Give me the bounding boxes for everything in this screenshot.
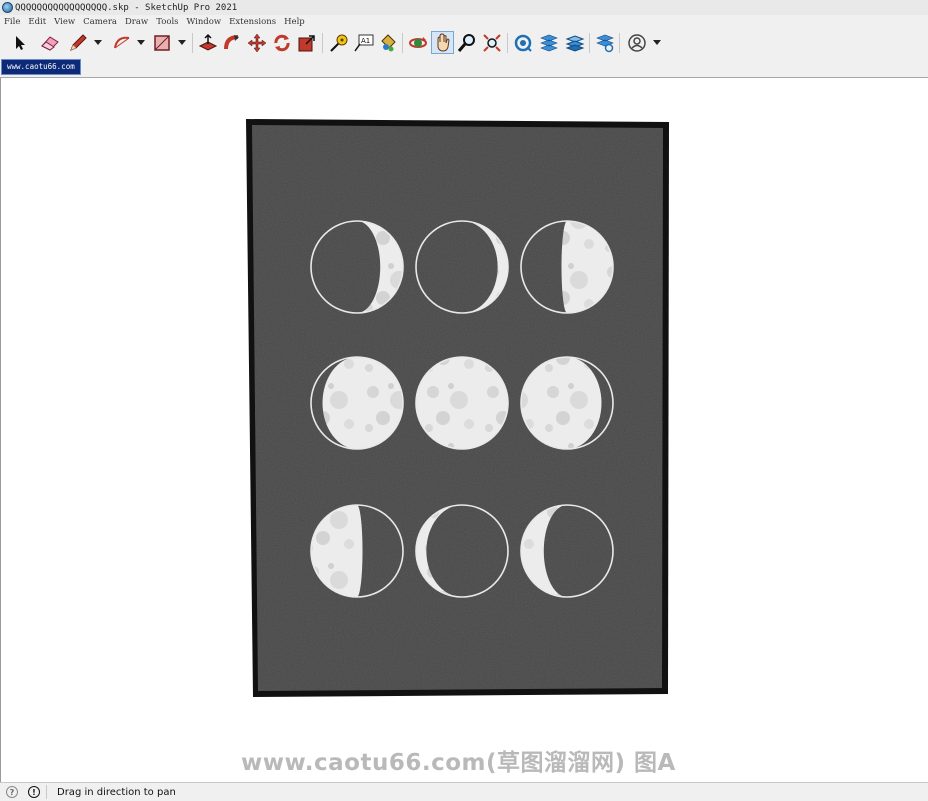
- arc-icon: [113, 36, 129, 48]
- drawing-viewport[interactable]: www.caotu66.com(草图溜溜网) 图A: [0, 78, 928, 782]
- rectangle-icon: [153, 34, 170, 51]
- svg-text:A1: A1: [361, 37, 370, 45]
- menu-tools[interactable]: Tools: [152, 17, 182, 27]
- sketchup-app-icon: [2, 2, 13, 13]
- account-button[interactable]: [625, 31, 648, 54]
- toolbar-separator: [589, 33, 590, 53]
- pan-tool-button[interactable]: [431, 31, 454, 54]
- eraser-tool-button[interactable]: [38, 31, 61, 54]
- scale-icon: [298, 34, 315, 51]
- rectangle-tool-button[interactable]: [150, 31, 173, 54]
- layout-icon: [565, 34, 584, 52]
- geo-location-icon[interactable]: ?: [6, 786, 18, 798]
- menu-bar: File Edit View Camera Draw Tools Window …: [0, 15, 928, 28]
- credits-info-icon[interactable]: !: [28, 786, 40, 798]
- extension-warehouse-icon: [539, 34, 558, 51]
- title-bar: QQQQQQQQQQQQQQQQQ.skp - SketchUp Pro 202…: [0, 0, 928, 16]
- text-icon: A1: [353, 34, 373, 51]
- zoom-icon: [457, 33, 475, 52]
- extension-manager-icon: [595, 34, 614, 52]
- pan-hand-icon: [437, 32, 450, 52]
- toolbar-separator: [402, 33, 403, 53]
- zoom-extents-icon: [482, 33, 501, 52]
- zoom-extents-tool-button[interactable]: [480, 31, 503, 54]
- rotate-tool-button[interactable]: [270, 31, 293, 54]
- moon-waxing-gibbous: [310, 356, 404, 450]
- paint-bucket-icon: [380, 33, 396, 51]
- scale-tool-button[interactable]: [295, 31, 318, 54]
- arc-tool-dropdown[interactable]: [137, 40, 145, 45]
- move-icon: [247, 33, 266, 52]
- toolbar-separator: [619, 33, 620, 53]
- 3d-warehouse-icon: [514, 34, 532, 52]
- moon-waning-gibbous: [520, 356, 614, 450]
- select-arrow-icon: [15, 35, 25, 50]
- toolbar-separator: [507, 33, 508, 53]
- moon-full-moon: [415, 356, 509, 450]
- menu-draw[interactable]: Draw: [121, 17, 152, 27]
- status-bar: ? ! Drag in direction to pan: [0, 782, 928, 801]
- window-title: QQQQQQQQQQQQQQQQQ.skp - SketchUp Pro 202…: [15, 2, 238, 13]
- line-tool-dropdown[interactable]: [94, 40, 102, 45]
- orbit-icon: [408, 36, 427, 48]
- scene-tab-bar: www.caotu66.com: [0, 58, 928, 78]
- menu-help[interactable]: Help: [280, 17, 309, 27]
- extension-warehouse-button[interactable]: [537, 31, 560, 54]
- tape-measure-tool-button[interactable]: [327, 31, 350, 54]
- menu-view[interactable]: View: [50, 17, 79, 27]
- eraser-icon: [40, 35, 59, 51]
- toolbar-separator: [322, 33, 323, 53]
- rectangle-tool-dropdown[interactable]: [178, 40, 186, 45]
- account-icon: [627, 33, 646, 52]
- select-tool-button[interactable]: [8, 31, 31, 54]
- orbit-tool-button[interactable]: [406, 31, 429, 54]
- push-pull-tool-button[interactable]: [196, 31, 219, 54]
- poster-model: [246, 119, 669, 697]
- 3d-warehouse-button[interactable]: [511, 31, 534, 54]
- tape-measure-icon: [329, 34, 347, 52]
- toolbar-separator: [192, 33, 193, 53]
- move-tool-button[interactable]: [245, 31, 268, 54]
- watermark-text: www.caotu66.com(草图溜溜网) 图A: [241, 750, 676, 776]
- status-message: Drag in direction to pan: [57, 786, 176, 798]
- scene-tab[interactable]: www.caotu66.com: [1, 59, 81, 75]
- menu-extensions[interactable]: Extensions: [225, 17, 280, 27]
- main-toolbar: A1: [0, 28, 928, 59]
- line-tool-button[interactable]: [66, 31, 89, 54]
- menu-edit[interactable]: Edit: [24, 17, 50, 27]
- arc-tool-button[interactable]: [110, 31, 133, 54]
- text-tool-button[interactable]: A1: [352, 31, 375, 54]
- menu-file[interactable]: File: [0, 17, 24, 27]
- rotate-icon: [273, 34, 290, 51]
- layout-button[interactable]: [563, 31, 586, 54]
- paint-bucket-tool-button[interactable]: [376, 31, 399, 54]
- follow-me-tool-button[interactable]: [220, 31, 243, 54]
- status-separator: [46, 785, 47, 799]
- menu-camera[interactable]: Camera: [79, 17, 121, 27]
- pencil-line-icon: [69, 33, 87, 51]
- follow-me-icon: [223, 34, 239, 49]
- push-pull-icon: [198, 33, 217, 51]
- extension-manager-button[interactable]: [593, 31, 616, 54]
- zoom-tool-button[interactable]: [455, 31, 478, 54]
- menu-window[interactable]: Window: [183, 17, 226, 27]
- account-dropdown[interactable]: [653, 40, 661, 45]
